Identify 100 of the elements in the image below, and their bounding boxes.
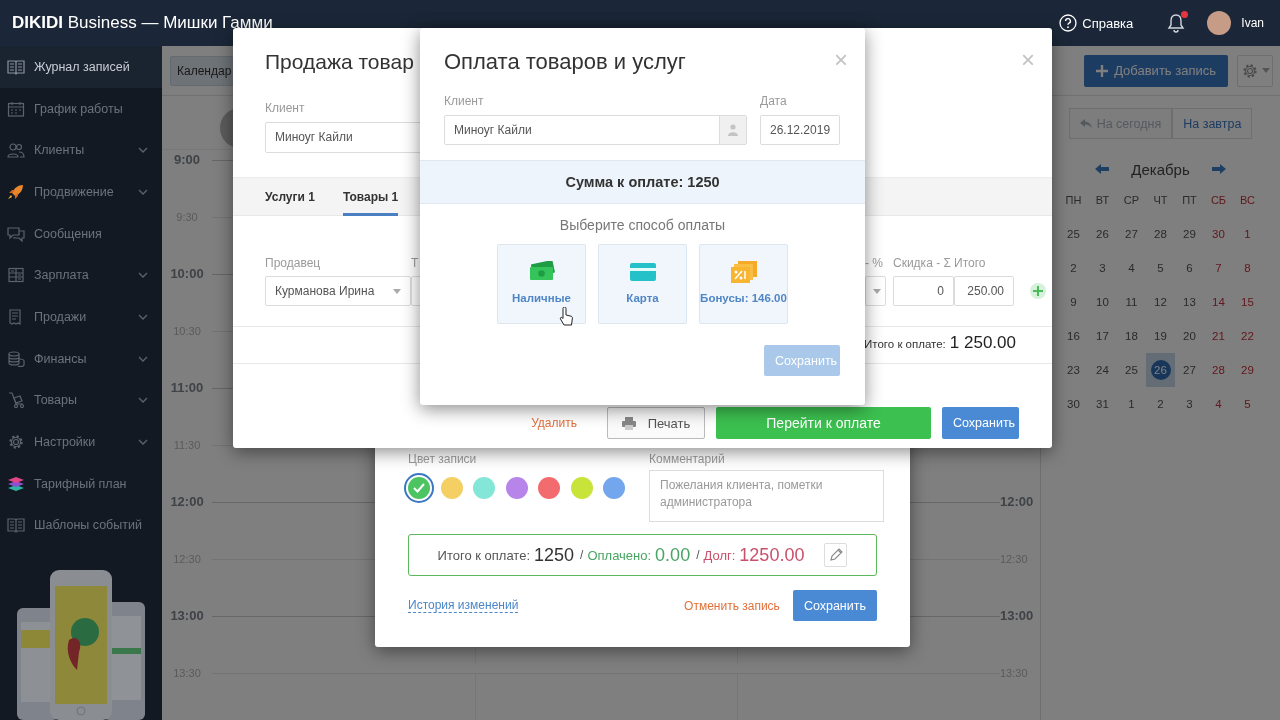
calendar-day[interactable]: 23	[1063, 360, 1084, 380]
column-label: Скидка - Σ	[893, 256, 951, 270]
calendar-day[interactable]: 27	[1179, 360, 1200, 380]
calendar-day[interactable]: 21	[1208, 326, 1229, 346]
calendar-day[interactable]: 31	[1092, 394, 1113, 414]
calendar-day[interactable]: 7	[1208, 258, 1229, 278]
pay-button[interactable]: Перейти к оплате	[716, 407, 931, 439]
tab[interactable]: Услуги 1	[265, 178, 315, 216]
add-record-button[interactable]: Добавить запись	[1084, 54, 1228, 87]
calendar-day[interactable]: 12	[1150, 292, 1171, 312]
calendar-day[interactable]: 25	[1121, 360, 1142, 380]
color-swatch[interactable]	[505, 477, 528, 499]
bell-icon[interactable]	[1167, 13, 1186, 33]
history-link[interactable]: История изменений	[408, 598, 519, 613]
date-field[interactable]: 26.12.2019	[760, 115, 840, 145]
calendar-day[interactable]: 5	[1150, 258, 1171, 278]
seller-select[interactable]: Курманова Ирина	[265, 276, 411, 306]
field-label: Цвет записи	[408, 452, 477, 466]
payment-method[interactable]: Наличные	[497, 244, 586, 324]
sidebar-item[interactable]: Тарифный план	[0, 462, 162, 505]
check-icon	[413, 483, 425, 493]
calendar-day[interactable]: 29	[1179, 224, 1200, 244]
calendar-day[interactable]: 19	[1150, 326, 1171, 346]
calendar-day[interactable]: 28	[1150, 224, 1171, 244]
trolley-icon	[7, 392, 25, 409]
time-label: 11:00	[170, 379, 204, 397]
calendar-day[interactable]: 6	[1179, 258, 1200, 278]
calendar-day[interactable]: 2	[1063, 258, 1084, 278]
color-swatch[interactable]	[408, 477, 430, 499]
calendar-day[interactable]: 17	[1092, 326, 1113, 346]
calendar-day[interactable]: 15	[1237, 292, 1258, 312]
calendar-day[interactable]: 9	[1063, 292, 1084, 312]
calendar-day[interactable]: 4	[1208, 394, 1229, 414]
print-button[interactable]: Печать	[607, 407, 705, 439]
prompt-text: Выберите способ оплаты	[558, 216, 727, 234]
sidebar-item[interactable]: Шаблоны событий	[0, 504, 162, 547]
calendar-day[interactable]: 22	[1237, 326, 1258, 346]
color-swatch[interactable]	[603, 477, 625, 499]
save-button[interactable]: Сохранить	[792, 590, 877, 621]
calendar-day[interactable]: 14	[1208, 292, 1229, 312]
sidebar-item[interactable]: Журнал записей	[0, 46, 162, 88]
calendar-day[interactable]: 3	[1179, 394, 1200, 414]
calendar-day[interactable]: 29	[1237, 360, 1258, 380]
sidebar-item[interactable]: Настройки	[0, 421, 162, 463]
sidebar-item[interactable]: Сообщения	[0, 212, 162, 255]
payment-method[interactable]: Бонусы: 146.00	[699, 244, 788, 324]
calendar-day[interactable]: 1	[1237, 224, 1258, 244]
tomorrow-button[interactable]: На завтра	[1172, 108, 1253, 139]
calendar-day[interactable]: 30	[1063, 394, 1084, 414]
calendar-day[interactable]: 2	[1150, 394, 1171, 414]
pencil-icon	[828, 548, 843, 562]
calendar-day[interactable]: 26	[1150, 360, 1171, 380]
calendar-day[interactable]: 20	[1179, 326, 1200, 346]
settings-dropdown[interactable]	[1237, 54, 1273, 87]
calendar-day[interactable]: 5	[1237, 394, 1258, 414]
sidebar-item[interactable]: Клиенты	[0, 129, 162, 172]
tab[interactable]: Товары 1	[342, 178, 399, 216]
calendar-day[interactable]: 27	[1121, 224, 1142, 244]
add-row-button[interactable]	[1030, 283, 1046, 299]
calendar-day[interactable]: 25	[1063, 224, 1084, 244]
comment-field[interactable]: Пожелания клиента, пометки администратора	[649, 470, 884, 522]
edit-button[interactable]	[824, 543, 848, 567]
client-field[interactable]: Миноуг Кайли	[444, 115, 747, 145]
calendar-day[interactable]: 4	[1121, 258, 1142, 278]
color-swatch[interactable]	[538, 477, 560, 499]
sidebar-item[interactable]: Товары	[0, 379, 162, 422]
calendar-day[interactable]: 11	[1121, 292, 1142, 312]
color-swatch[interactable]	[473, 477, 495, 499]
calendar-day[interactable]: 13	[1179, 292, 1200, 312]
total-field[interactable]: 250.00	[954, 276, 1014, 306]
arrow-left-icon[interactable]	[1095, 164, 1110, 174]
calendar-day[interactable]: 8	[1237, 258, 1258, 278]
calendar-day[interactable]: 16	[1063, 326, 1084, 346]
summary-value: 1250.00	[739, 544, 805, 566]
calendar-day[interactable]: 24	[1092, 360, 1113, 380]
color-swatch[interactable]	[570, 477, 593, 499]
sidebar-item[interactable]: Продажи	[0, 296, 162, 338]
calendar-day[interactable]: 26	[1092, 224, 1113, 244]
calendar-day[interactable]: 3	[1092, 258, 1113, 278]
save-button[interactable]: Сохранить	[942, 407, 1019, 439]
calendar-day[interactable]: 18	[1121, 326, 1142, 346]
calendar-day[interactable]: 1	[1121, 394, 1142, 414]
calendar-day[interactable]: 30	[1208, 224, 1229, 244]
calendar-day[interactable]: 10	[1092, 292, 1113, 312]
arrow-right-icon[interactable]	[1211, 164, 1226, 174]
cancel-link[interactable]: Отменить запись	[684, 598, 780, 613]
color-swatch[interactable]	[440, 477, 463, 499]
sidebar-item[interactable]: Зарплата	[0, 254, 162, 297]
help-link[interactable]: Справка	[1059, 14, 1134, 32]
coupon-icon	[730, 260, 757, 283]
caret-icon	[1261, 68, 1270, 73]
discount-select[interactable]	[865, 276, 886, 306]
sidebar-item[interactable]: Продвижение	[0, 171, 162, 213]
delete-link[interactable]: Удалить	[531, 416, 577, 430]
payment-method[interactable]: Карта	[598, 244, 687, 324]
sidebar-item[interactable]: График работы	[0, 87, 162, 130]
calendar-day[interactable]: 28	[1208, 360, 1229, 380]
sidebar-item[interactable]: Финансы	[0, 337, 162, 380]
avatar[interactable]	[1207, 11, 1232, 35]
discount-field[interactable]: 0	[893, 276, 954, 306]
